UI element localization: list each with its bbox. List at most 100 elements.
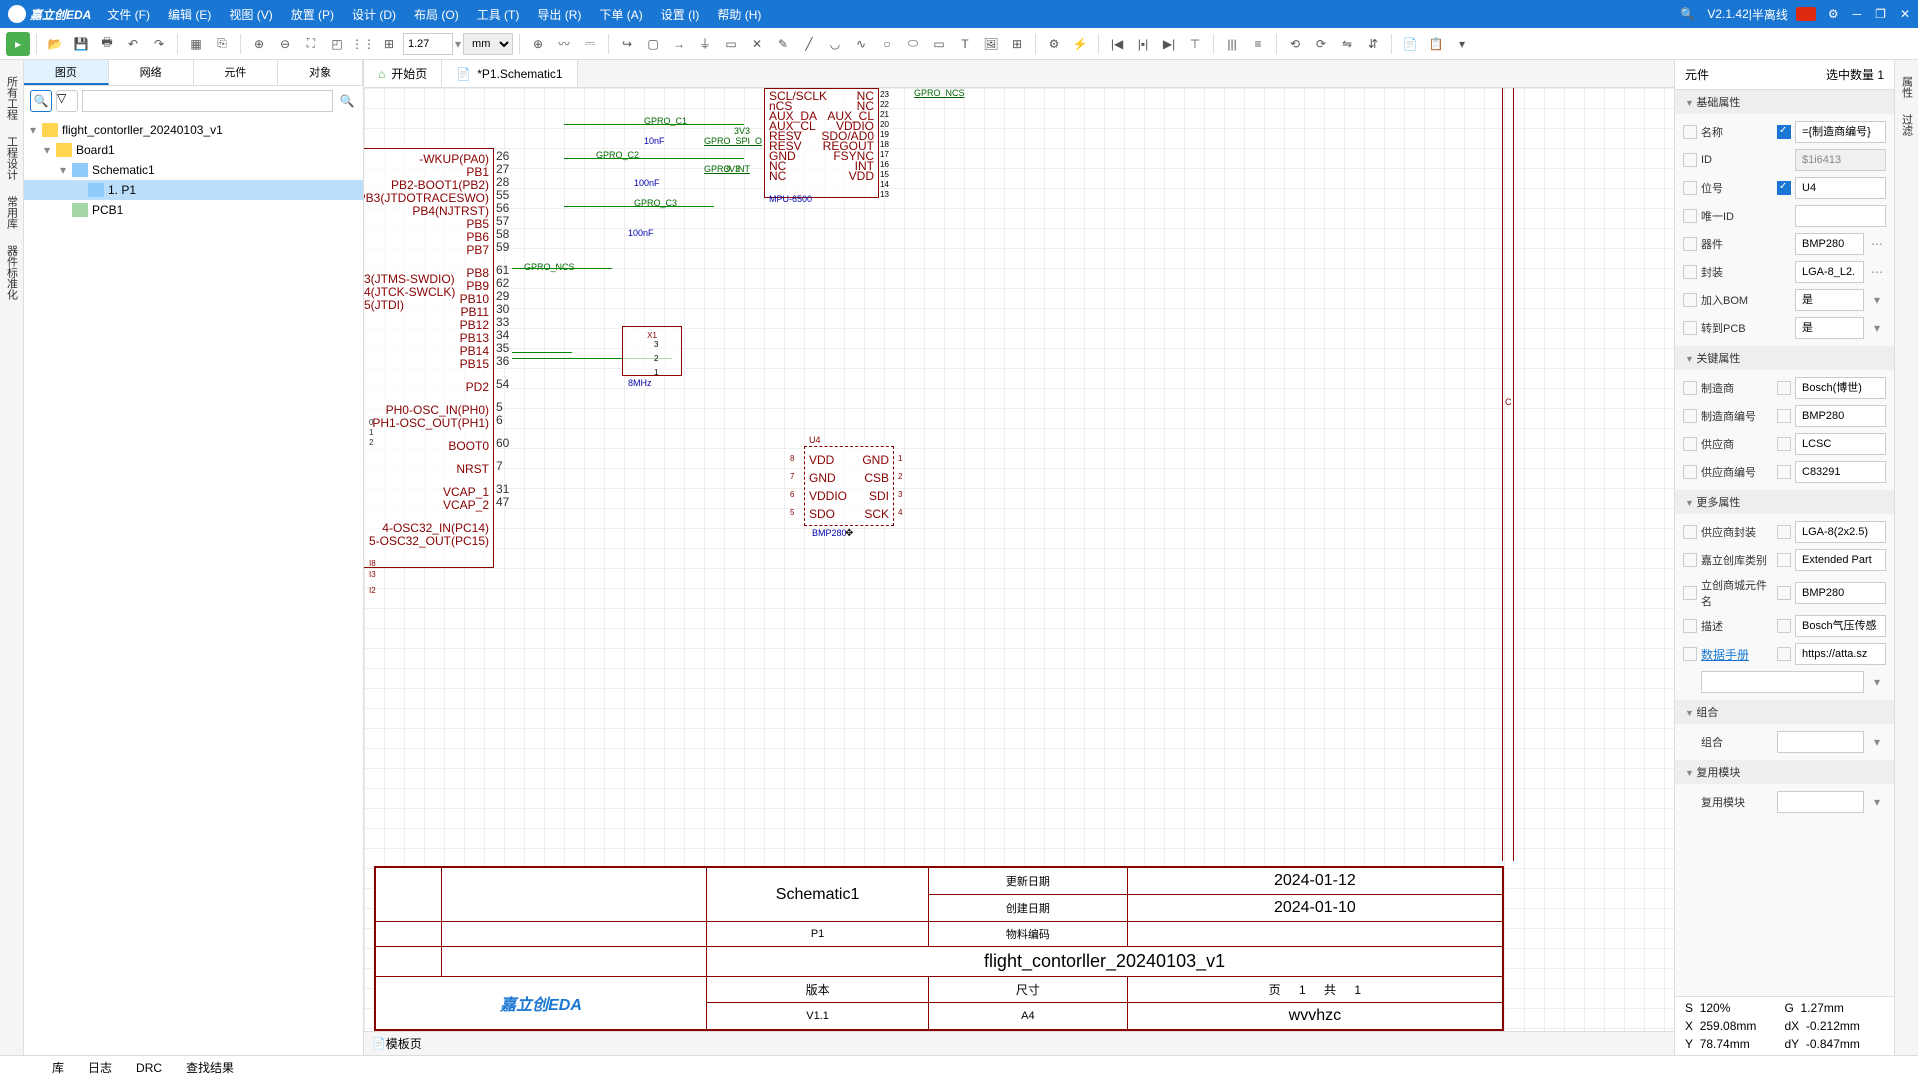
menu-file[interactable]: 文件 (F) xyxy=(107,6,150,23)
empty-select[interactable] xyxy=(1701,671,1864,693)
close-button[interactable]: ✕ xyxy=(1900,7,1910,21)
rect-tool[interactable]: ▭ xyxy=(927,32,951,56)
table-tool[interactable]: ⊞ xyxy=(1005,32,1029,56)
menu-order[interactable]: 下单 (A) xyxy=(599,6,642,23)
align-right[interactable]: ▶| xyxy=(1157,32,1181,56)
flip-v[interactable]: ⇵ xyxy=(1361,32,1385,56)
zoom-in-button[interactable]: ⊕ xyxy=(247,32,271,56)
section-more[interactable]: 更多属性 xyxy=(1675,490,1894,514)
val-package[interactable]: LGA-8_L2. xyxy=(1795,261,1864,283)
maximize-button[interactable]: ❐ xyxy=(1875,7,1886,21)
tab-parts[interactable]: 元件 xyxy=(194,60,279,85)
check-name[interactable] xyxy=(1683,125,1697,139)
new-project-button[interactable]: ▸ xyxy=(6,32,30,56)
tool-a[interactable]: ⚙ xyxy=(1042,32,1066,56)
dist-h[interactable]: ||| xyxy=(1220,32,1244,56)
ellipse-tool[interactable]: ⬭ xyxy=(901,32,925,56)
check-uid[interactable] xyxy=(1683,209,1697,223)
val-group[interactable] xyxy=(1777,731,1864,753)
save-button[interactable]: 💾 xyxy=(69,32,93,56)
device-more[interactable]: ⋯ xyxy=(1868,237,1886,251)
text-tool[interactable]: T xyxy=(953,32,977,56)
tool-1[interactable]: ⊕ xyxy=(526,32,550,56)
search-button[interactable]: 🔍 xyxy=(30,90,52,112)
menu-help[interactable]: 帮助 (H) xyxy=(717,6,761,23)
curve-tool[interactable]: ∿ xyxy=(849,32,873,56)
more-tools[interactable]: ▾ xyxy=(1450,32,1474,56)
tool-9[interactable]: ✕ xyxy=(745,32,769,56)
val-suppn[interactable]: C83291 xyxy=(1795,461,1886,483)
search-clear[interactable]: 🔍 xyxy=(337,94,357,108)
rotate-left[interactable]: ⟲ xyxy=(1283,32,1307,56)
val-suppkg[interactable]: LGA-8(2x2.5) xyxy=(1795,521,1886,543)
check-package[interactable] xyxy=(1683,265,1697,279)
tab-objects[interactable]: 对象 xyxy=(278,60,363,85)
schematic-canvas[interactable]: -WKUP(PA0) PB1 PB2-BOOT1(PB2) PB3(JTDOTR… xyxy=(364,88,1674,1031)
grid-button[interactable]: ▦ xyxy=(184,32,208,56)
menu-export[interactable]: 导出 (R) xyxy=(537,6,581,23)
align-center[interactable]: |▪| xyxy=(1131,32,1155,56)
vtab-project-design[interactable]: 工程设计 xyxy=(2,128,22,188)
settings-icon[interactable]: ⚙ xyxy=(1828,7,1839,21)
dist-v[interactable]: ≡ xyxy=(1246,32,1270,56)
check-ref[interactable] xyxy=(1683,181,1697,195)
undo-button[interactable]: ↶ xyxy=(121,32,145,56)
status-log[interactable]: 日志 xyxy=(88,1059,112,1076)
filter-button[interactable]: ▽ xyxy=(56,90,78,112)
status-lib[interactable]: 库 xyxy=(52,1059,64,1076)
grid-toggle-button[interactable]: ⊞ xyxy=(377,32,401,56)
minimize-button[interactable]: ─ xyxy=(1853,7,1862,21)
vtab-common-lib[interactable]: 常用库 xyxy=(2,188,22,237)
tool-7[interactable]: ⏚ xyxy=(693,32,717,56)
vtab-all-projects[interactable]: 所有工程 xyxy=(2,68,22,128)
val-jlccat[interactable]: Extended Part xyxy=(1795,549,1886,571)
check-id[interactable] xyxy=(1683,153,1697,167)
tool-6[interactable]: → xyxy=(667,32,691,56)
flag-icon[interactable] xyxy=(1796,7,1816,21)
val-mfr[interactable]: Bosch(博世) xyxy=(1795,377,1886,399)
status-find[interactable]: 查找结果 xyxy=(186,1059,234,1076)
tree-pcb[interactable]: PCB1 xyxy=(24,200,363,220)
tab-sheets[interactable]: 图页 xyxy=(24,60,109,85)
menu-view[interactable]: 视图 (V) xyxy=(229,6,272,23)
section-group[interactable]: 组合 xyxy=(1675,700,1894,724)
component-u4[interactable]: U4 VDD GND VDDIO SDO GND CSB SDI SCK xyxy=(804,446,894,526)
val-uid[interactable] xyxy=(1795,205,1886,227)
tool-4[interactable]: ↪ xyxy=(615,32,639,56)
align-top[interactable]: ⊤ xyxy=(1183,32,1207,56)
arc-tool[interactable]: ◡ xyxy=(823,32,847,56)
tab-nets[interactable]: 网络 xyxy=(109,60,194,85)
tab-home[interactable]: ⌂开始页 xyxy=(364,60,442,87)
tree-page[interactable]: 1. P1 xyxy=(24,180,363,200)
doc-1[interactable]: 📄 xyxy=(1398,32,1422,56)
val-mfrpn[interactable]: BMP280 xyxy=(1795,405,1886,427)
align-left[interactable]: |◀ xyxy=(1105,32,1129,56)
copy-button[interactable]: ⎘ xyxy=(210,32,234,56)
val-desc[interactable]: Bosch气压传感 xyxy=(1795,615,1886,637)
menu-settings[interactable]: 设置 (I) xyxy=(661,6,700,23)
rotate-right[interactable]: ⟳ xyxy=(1309,32,1333,56)
circle-tool[interactable]: ○ xyxy=(875,32,899,56)
check-device[interactable] xyxy=(1683,237,1697,251)
tree-board[interactable]: ▾Board1 xyxy=(24,140,363,160)
status-drc[interactable]: DRC xyxy=(136,1061,162,1075)
tree-search-input[interactable] xyxy=(82,90,333,112)
check-name-vis[interactable] xyxy=(1777,125,1791,139)
section-basic[interactable]: 基础属性 xyxy=(1675,90,1894,114)
fit-button[interactable]: ⛶ xyxy=(299,32,323,56)
check-bom[interactable] xyxy=(1683,293,1697,307)
val-lcscname[interactable]: BMP280 xyxy=(1795,582,1886,604)
package-more[interactable]: ⋯ xyxy=(1868,265,1886,279)
menu-layout[interactable]: 布局 (O) xyxy=(414,6,459,23)
datasheet-link[interactable]: 数据手册 xyxy=(1701,648,1749,662)
vtab-properties[interactable]: 属性 xyxy=(1897,68,1917,106)
unit-select[interactable]: mm xyxy=(463,33,513,55)
tool-5[interactable]: ▢ xyxy=(641,32,665,56)
tool-3[interactable]: ⎓ xyxy=(578,32,602,56)
vtab-filter[interactable]: 过滤 xyxy=(1897,106,1917,144)
val-ds[interactable]: https://atta.sz xyxy=(1795,643,1886,665)
check-ref-vis[interactable] xyxy=(1777,181,1791,195)
val-name[interactable]: ={制造商编号} xyxy=(1795,121,1886,143)
val-ref[interactable]: U4 xyxy=(1795,177,1886,199)
redo-button[interactable]: ↷ xyxy=(147,32,171,56)
